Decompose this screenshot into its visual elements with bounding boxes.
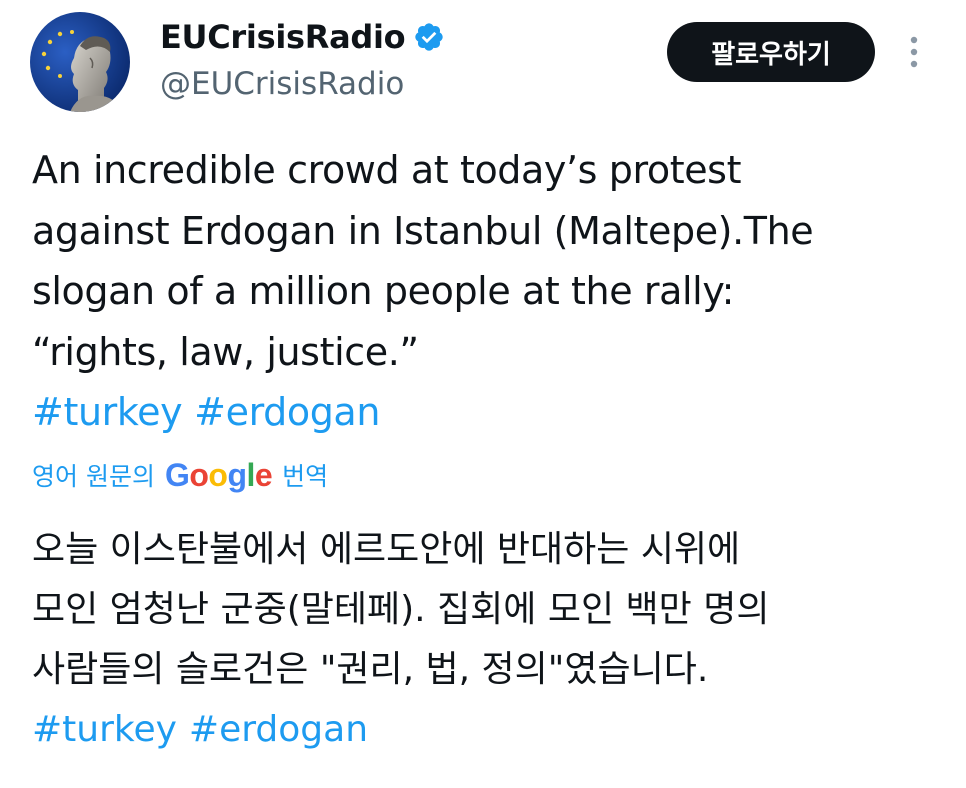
display-name[interactable]: EUCrisisRadio bbox=[160, 18, 406, 56]
tweet-line: “rights, law, justice.” bbox=[32, 329, 419, 374]
verified-badge-icon[interactable] bbox=[413, 21, 445, 53]
translation-suffix: 번역 bbox=[282, 462, 329, 491]
tweet-text: An incredible crowd at today’s protest a… bbox=[32, 140, 932, 443]
tweet-line: against Erdogan in Istanbul (Maltepe).Th… bbox=[32, 208, 814, 253]
translated-text: 오늘 이스탄불에서 에르도안에 반대하는 시위에 모인 엄청난 군중(말테페).… bbox=[32, 520, 952, 760]
hashtag-link[interactable]: #turkey bbox=[32, 390, 183, 434]
tweet-hashtags: #turkey #erdogan bbox=[32, 382, 932, 443]
translated-line: 사람들의 슬로건은 "권리, 법, 정의"였습니다. bbox=[32, 649, 709, 690]
vertical-ellipsis-icon[interactable] bbox=[903, 34, 925, 74]
tweet-line: slogan of a million people at the rally: bbox=[32, 269, 735, 313]
tweet-line: An incredible crowd at today’s protest bbox=[32, 148, 742, 192]
statue-avatar-icon bbox=[30, 12, 130, 112]
hashtag-link[interactable]: #turkey bbox=[32, 709, 177, 750]
author-names: EUCrisisRadio @EUCrisisRadio bbox=[160, 14, 445, 102]
hashtag-link[interactable]: #erdogan bbox=[189, 709, 368, 750]
follow-button[interactable]: 팔로우하기 bbox=[667, 22, 875, 82]
author-handle[interactable]: @EUCrisisRadio bbox=[160, 66, 445, 102]
translated-line: 모인 엄청난 군중(말테페). 집회에 모인 백만 명의 bbox=[32, 589, 770, 630]
avatar[interactable] bbox=[30, 12, 130, 112]
translation-attribution[interactable]: 영어 원문의 Google 번역 bbox=[32, 452, 328, 498]
translated-hashtags: #turkey #erdogan bbox=[32, 700, 952, 760]
tweet-header: EUCrisisRadio @EUCrisisRadio 팔로우하기 bbox=[0, 0, 966, 130]
translation-prefix: 영어 원문의 bbox=[32, 462, 155, 491]
google-logo: Google bbox=[164, 456, 273, 493]
translated-line: 오늘 이스탄불에서 에르도안에 반대하는 시위에 bbox=[32, 529, 741, 570]
hashtag-link[interactable]: #erdogan bbox=[194, 390, 380, 434]
